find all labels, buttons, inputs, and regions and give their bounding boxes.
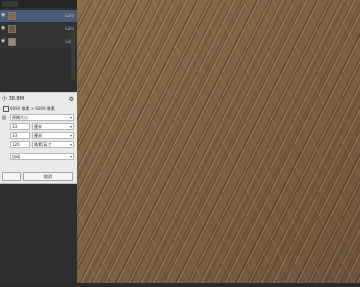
layer-thumbnail <box>8 38 16 46</box>
height-unit-select[interactable]: 厘米 ▾ <box>32 132 74 139</box>
width-unit: 厘米 <box>34 124 42 129</box>
checkbox-icon[interactable] <box>3 106 9 112</box>
fit-label: 图 <box>2 115 6 120</box>
resolution-row: 120 像素/英寸 ▾ <box>2 141 75 148</box>
height-input[interactable]: 33 <box>10 132 30 139</box>
panel-tabbar <box>0 0 77 8</box>
visibility-eye-icon[interactable]: ◉ <box>1 39 6 44</box>
height-unit: 厘米 <box>34 133 42 138</box>
image-canvas[interactable] <box>77 0 360 283</box>
resample-select[interactable]: 自动 ▾ <box>10 153 74 160</box>
ok-button[interactable] <box>2 172 21 181</box>
dialog-title: 小 38.8M <box>2 96 25 102</box>
cancel-button[interactable]: 取消 <box>23 172 73 181</box>
tab-5[interactable] <box>52 1 66 7</box>
resolution-input[interactable]: 120 <box>10 141 30 148</box>
width-unit-select[interactable]: 厘米 ▾ <box>32 123 74 130</box>
chevron-down-icon: ▾ <box>69 124 72 129</box>
chevron-down-icon: ▾ <box>69 154 72 159</box>
height-row: 33 厘米 ▾ <box>2 132 75 139</box>
panel-scrollbar[interactable] <box>71 30 75 80</box>
chevron-down-icon: ▾ <box>69 142 72 147</box>
image-size-dialog: 小 38.8M ⚙ 6090 像素 × 6090 像素 图 原稿大小 ▾ 33 … <box>0 92 77 184</box>
resolution-unit: 像素/英寸 <box>34 142 52 147</box>
layer-row[interactable]: ◉ Lüm <box>0 36 77 48</box>
chevron-down-icon: ▾ <box>69 133 72 138</box>
resolution-unit-select[interactable]: 像素/英寸 ▾ <box>32 141 74 148</box>
visibility-eye-icon[interactable]: ◉ <box>1 26 6 31</box>
chevron-down-icon: ▾ <box>69 115 72 120</box>
wood-herringbone-texture <box>77 0 360 283</box>
width-row: 33 厘米 ▾ <box>2 123 75 130</box>
gear-icon[interactable]: ⚙ <box>69 96 74 103</box>
layer-thumbnail <box>8 12 16 20</box>
fit-to-row: 图 原稿大小 ▾ <box>2 114 75 121</box>
resample-row: 自动 ▾ <box>2 153 75 160</box>
layer-row[interactable]: ◉ Lüm <box>0 23 77 35</box>
ratio-text: 6090 像素 × 6090 像素 <box>10 106 55 111</box>
layer-meta: Lüm <box>65 13 74 18</box>
visibility-eye-icon[interactable]: ◉ <box>1 13 6 18</box>
width-input[interactable]: 33 <box>10 123 30 130</box>
fit-select-value: 原稿大小 <box>12 115 28 120</box>
fit-select[interactable]: 原稿大小 ▾ <box>10 114 74 121</box>
resample-value: 自动 <box>12 154 20 159</box>
layer-thumbnail <box>8 25 16 33</box>
layer-row[interactable]: ◉ Lüm <box>0 10 77 22</box>
dimensions-row: 6090 像素 × 6090 像素 <box>2 105 75 112</box>
layers-panel: ◉ Lüm ◉ Lüm ◉ Lüm 小 38.8M ⚙ 6090 像素 × 60… <box>0 0 77 283</box>
